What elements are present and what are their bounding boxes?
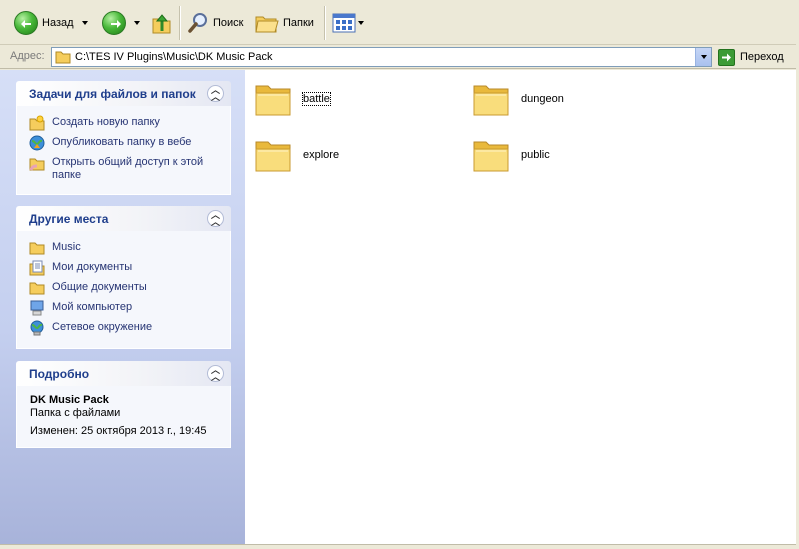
details-panel: Подробно ︿ ︿ DK Music Pack Папка с файлам… [16,361,231,448]
window-bottom-border [0,544,799,549]
details-name: DK Music Pack [30,394,109,406]
views-button[interactable] [332,8,364,38]
task-publish-web[interactable]: Опубликовать папку в вебе [29,135,220,151]
details-panel-body: DK Music Pack Папка с файлами Изменен: 2… [16,386,231,448]
folder-name: public [521,149,550,161]
publish-web-icon [29,135,45,151]
collapse-icon[interactable]: ︿ ︿ [207,210,224,227]
folder-icon [473,141,509,172]
place-music[interactable]: Music [29,240,220,256]
go-label: Переход [740,51,784,63]
address-label: Адрес: [10,50,45,62]
back-arrow-icon [14,11,38,35]
collapse-icon[interactable]: ︿ ︿ [207,365,224,382]
dropdown-arrow-icon [134,21,140,25]
dropdown-arrow-icon [358,21,364,25]
details-type: Папка с файлами [30,407,121,419]
details-modified: Изменен: 25 октября 2013 г., 19:45 [30,425,207,437]
folder-item-explore[interactable]: explore [254,135,339,175]
place-network[interactable]: Сетевое окружение [29,320,220,336]
address-input[interactable]: C:\TES IV Plugins\Music\DK Music Pack [51,47,712,67]
search-button[interactable]: Поиск [187,8,243,38]
task-share-folder[interactable]: Открыть общий доступ к этой папке [29,155,220,182]
place-my-documents[interactable]: Мои документы [29,260,220,276]
up-folder-button[interactable] [151,8,173,38]
shared-documents-icon [29,282,45,295]
folder-icon [473,85,509,116]
my-documents-icon [29,260,45,276]
details-panel-header[interactable]: Подробно ︿ ︿ [16,361,231,386]
folder-name: dungeon [521,93,564,105]
place-my-computer[interactable]: Мой компьютер [29,300,220,316]
go-button[interactable]: Переход [718,48,784,66]
folder-name: explore [303,149,340,161]
task-new-folder[interactable]: Создать новую папку [29,115,220,131]
toolbar-separator [324,6,325,40]
places-panel-title: Другие места [29,211,109,226]
tasks-panel: Задачи для файлов и папок ︿ ︿ Создать нов… [16,81,231,195]
folders-button[interactable]: Папки [255,8,314,38]
toolbar: Назад Поиск Папки [0,0,799,45]
folders-label: Папки [283,17,314,29]
tasks-panel-header[interactable]: Задачи для файлов и папок ︿ ︿ [16,81,231,106]
network-places-icon [30,320,44,336]
file-list: battle dungeon explore public [245,70,797,544]
folder-icon [255,85,291,116]
folders-icon [255,16,279,33]
up-folder-icon [152,14,171,34]
my-computer-icon [30,300,44,316]
place-shared-documents[interactable]: Общие документы [29,280,220,296]
toolbar-separator [179,6,180,40]
folder-icon [29,242,45,255]
folder-item-battle[interactable]: battle [254,79,331,119]
share-folder-icon [29,158,45,171]
forward-button[interactable] [102,8,126,38]
chevron-down-icon [700,55,707,59]
views-icon [332,13,356,33]
new-folder-icon [29,115,45,131]
dropdown-arrow-icon [82,21,88,25]
collapse-icon[interactable]: ︿ ︿ [207,85,224,102]
folder-icon [255,141,291,172]
folder-icon [55,51,71,64]
search-icon [188,13,207,33]
go-arrow-icon [718,48,735,66]
folder-name: battle [302,92,331,106]
back-button[interactable]: Назад [14,8,74,38]
details-panel-title: Подробно [29,366,90,381]
tasks-panel-title: Задачи для файлов и папок [29,86,196,101]
back-history-dropdown[interactable] [82,8,88,38]
tasks-panel-body: Создать новую папку Опубликовать папку в… [16,106,231,195]
back-label: Назад [42,17,74,29]
task-pane: Задачи для файлов и папок ︿ ︿ Создать нов… [0,70,245,544]
address-dropdown-button[interactable] [695,48,711,66]
folder-item-dungeon[interactable]: dungeon [472,79,564,119]
folder-item-public[interactable]: public [472,135,550,175]
forward-arrow-icon [102,11,126,35]
search-label: Поиск [213,17,244,29]
places-panel-header[interactable]: Другие места ︿ ︿ [16,206,231,231]
address-bar: Адрес: C:\TES IV Plugins\Music\DK Music … [0,45,799,69]
places-panel: Другие места ︿ ︿ Music Мои документы Общ… [16,206,231,349]
places-panel-body: Music Мои документы Общие документы Мой … [16,231,231,349]
address-path: C:\TES IV Plugins\Music\DK Music Pack [75,51,273,63]
forward-history-dropdown[interactable] [134,8,140,38]
